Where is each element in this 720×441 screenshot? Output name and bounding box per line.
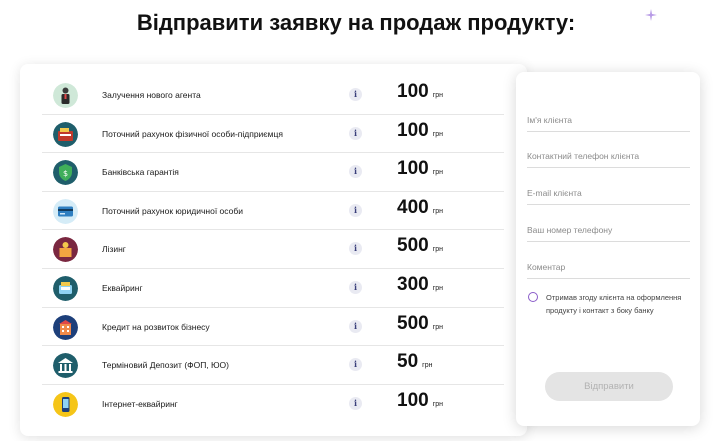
product-row-agent[interactable]: Залучення нового агента i 100 грн <box>42 76 504 115</box>
products-card: Залучення нового агента i 100 грн Поточни… <box>20 64 527 436</box>
product-row-term-deposit[interactable]: Терміновий Депозит (ФОП, ЮО) i 50 грн <box>42 346 504 385</box>
product-name: Кредит на розвиток бізнесу <box>102 321 210 332</box>
product-row-legal-account[interactable]: Поточний рахунок юридичної особи i 400 гр… <box>42 192 504 231</box>
submit-button[interactable]: Відправити <box>545 372 673 401</box>
product-name: Інтернет-еквайринг <box>102 398 178 409</box>
info-icon[interactable]: i <box>349 358 362 372</box>
box-coin-icon <box>53 237 78 263</box>
product-name: Поточний рахунок фізичної особи-підприєм… <box>102 128 283 139</box>
card-icon <box>53 198 78 224</box>
product-row-internet-acquiring[interactable]: Інтернет-еквайринг i 100 грн <box>42 385 504 424</box>
product-name: Залучення нового агента <box>102 90 201 100</box>
product-row-leasing[interactable]: Лізинг i 500 грн <box>42 230 504 269</box>
product-name: Терміновий Депозит (ФОП, ЮО) <box>102 360 229 371</box>
bank-icon <box>53 353 78 379</box>
client-name-input[interactable] <box>527 108 690 132</box>
terminal-icon <box>53 276 78 301</box>
product-name: Поточний рахунок юридичної особи <box>102 205 243 216</box>
cash-register-icon <box>53 121 78 147</box>
info-icon[interactable]: i <box>349 165 362 179</box>
your-phone-input[interactable] <box>527 218 690 242</box>
price: 100 грн <box>397 389 444 411</box>
comment-input[interactable] <box>527 255 690 279</box>
price: 100 грн <box>397 158 444 180</box>
info-icon[interactable]: i <box>349 242 362 256</box>
sparkle-icon <box>645 9 657 21</box>
consent-label: Отримав згоду клієнта на оформлення прод… <box>546 293 682 315</box>
client-phone-input[interactable] <box>527 144 690 168</box>
price: 50 грн <box>397 351 433 373</box>
product-name: Лізинг <box>102 244 126 255</box>
consent-radio[interactable] <box>528 292 538 302</box>
product-name: Еквайринг <box>102 283 143 293</box>
price: 100 грн <box>397 81 444 102</box>
info-icon[interactable]: i <box>349 126 362 140</box>
building-icon <box>53 314 78 340</box>
price: 500 грн <box>397 312 444 334</box>
request-form: Отримав згоду клієнта на оформлення прод… <box>516 72 700 426</box>
info-icon[interactable]: i <box>349 319 362 333</box>
agent-person-icon <box>53 83 78 108</box>
client-email-input[interactable] <box>527 181 690 205</box>
price: 100 грн <box>397 119 444 141</box>
info-icon[interactable]: i <box>349 281 362 294</box>
phone-pay-icon <box>53 391 78 417</box>
svg-text:$: $ <box>63 169 68 178</box>
shield-dollar-icon: $ <box>53 160 78 186</box>
product-row-acquiring[interactable]: Еквайринг i 300 грн <box>42 269 504 308</box>
page-title: Відправити заявку на продаж продукту: <box>136 10 576 35</box>
product-row-fop-account[interactable]: Поточний рахунок фізичної особи-підприєм… <box>42 115 504 154</box>
product-row-bank-guarantee[interactable]: $ Банківська гарантія i 100 грн <box>42 153 504 192</box>
product-row-business-credit[interactable]: Кредит на розвиток бізнесу i 500 грн <box>42 308 504 347</box>
product-name: Банківська гарантія <box>102 167 179 178</box>
price: 300 грн <box>397 274 444 295</box>
info-icon[interactable]: i <box>349 203 362 217</box>
info-icon[interactable]: i <box>349 396 362 410</box>
info-icon[interactable]: i <box>349 88 362 101</box>
price: 400 грн <box>397 196 444 218</box>
price: 500 грн <box>397 235 444 257</box>
